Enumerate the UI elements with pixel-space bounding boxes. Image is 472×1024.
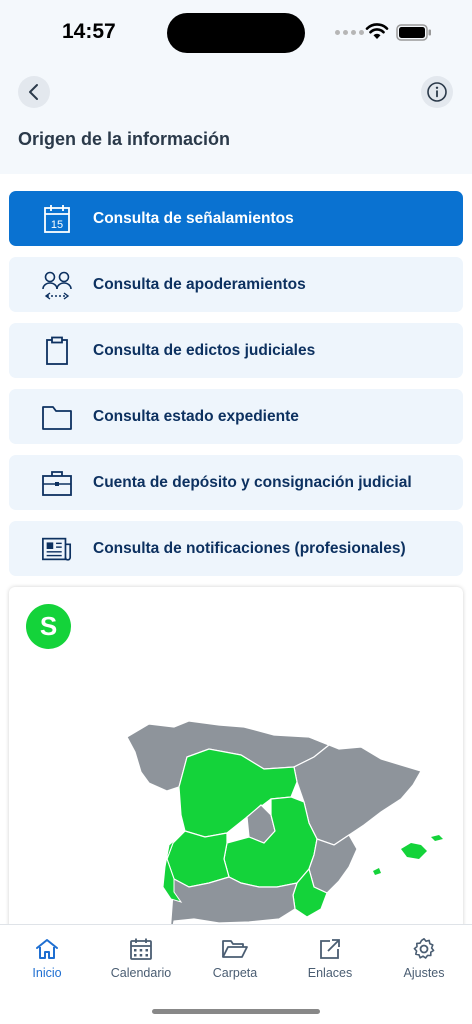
map-region-baleares[interactable] bbox=[401, 843, 427, 859]
spain-regions-map bbox=[126, 720, 463, 947]
clipboard-icon bbox=[41, 335, 73, 367]
menu-item-label: Cuenta de depósito y consignación judici… bbox=[93, 473, 412, 491]
calendar-15-icon: 15 bbox=[41, 203, 73, 235]
info-button[interactable] bbox=[421, 76, 453, 108]
chevron-left-icon bbox=[29, 84, 38, 100]
back-button[interactable] bbox=[18, 76, 50, 108]
tab-enlaces[interactable]: Enlaces bbox=[285, 937, 375, 980]
map-card: S bbox=[9, 587, 463, 947]
briefcase-icon bbox=[41, 467, 73, 499]
newspaper-icon bbox=[41, 533, 73, 565]
status-bar: 14:57 bbox=[0, 0, 472, 64]
wifi-icon bbox=[365, 23, 389, 39]
tab-label: Inicio bbox=[32, 966, 62, 980]
tab-carpeta[interactable]: Carpeta bbox=[190, 937, 280, 980]
cellular-signal-icon bbox=[335, 30, 364, 35]
tab-label: Enlaces bbox=[307, 966, 353, 980]
home-indicator[interactable] bbox=[152, 1009, 320, 1014]
folder-open-icon bbox=[222, 940, 248, 958]
menu-item-label: Consulta de notificaciones (profesionale… bbox=[93, 539, 406, 557]
tab-inicio[interactable]: Inicio bbox=[2, 937, 92, 980]
menu-item-edictos[interactable]: Consulta de edictos judiciales bbox=[9, 323, 463, 378]
menu-item-notificaciones[interactable]: Consulta de notificaciones (profesionale… bbox=[9, 521, 463, 576]
menu-item-cuenta-deposito[interactable]: Cuenta de depósito y consignación judici… bbox=[9, 455, 463, 510]
tab-label: Ajustes bbox=[403, 966, 445, 980]
map-region-ibiza[interactable] bbox=[373, 868, 381, 875]
page-title: Origen de la información bbox=[18, 129, 231, 149]
menu-item-label: Consulta de edictos judiciales bbox=[93, 341, 316, 359]
tab-calendario[interactable]: Calendario bbox=[96, 937, 186, 980]
external-link-icon bbox=[320, 939, 340, 959]
status-time: 14:57 bbox=[62, 20, 116, 43]
home-icon bbox=[36, 939, 58, 959]
calendar-icon bbox=[130, 938, 152, 960]
people-exchange-icon bbox=[41, 269, 73, 301]
tab-label: Calendario bbox=[110, 966, 172, 980]
menu-list: 15 Consulta de señalamientos Consulta de… bbox=[9, 191, 463, 587]
info-icon bbox=[427, 82, 447, 102]
tab-ajustes[interactable]: Ajustes bbox=[379, 937, 469, 980]
folder-icon bbox=[41, 401, 73, 433]
map-region-menorca[interactable] bbox=[431, 835, 443, 841]
menu-item-apoderamientos[interactable]: Consulta de apoderamientos bbox=[9, 257, 463, 312]
tab-label: Carpeta bbox=[212, 966, 258, 980]
dynamic-island bbox=[167, 13, 305, 53]
battery-icon bbox=[396, 24, 431, 41]
menu-item-label: Consulta de señalamientos bbox=[93, 209, 294, 227]
menu-item-label: Consulta estado expediente bbox=[93, 407, 299, 425]
menu-item-expediente[interactable]: Consulta estado expediente bbox=[9, 389, 463, 444]
menu-item-label: Consulta de apoderamientos bbox=[93, 275, 306, 293]
calendar-day-number: 15 bbox=[51, 219, 63, 231]
header: Origen de la información bbox=[0, 64, 472, 174]
menu-item-senalamientos[interactable]: 15 Consulta de señalamientos bbox=[9, 191, 463, 246]
gear-icon bbox=[413, 938, 435, 959]
